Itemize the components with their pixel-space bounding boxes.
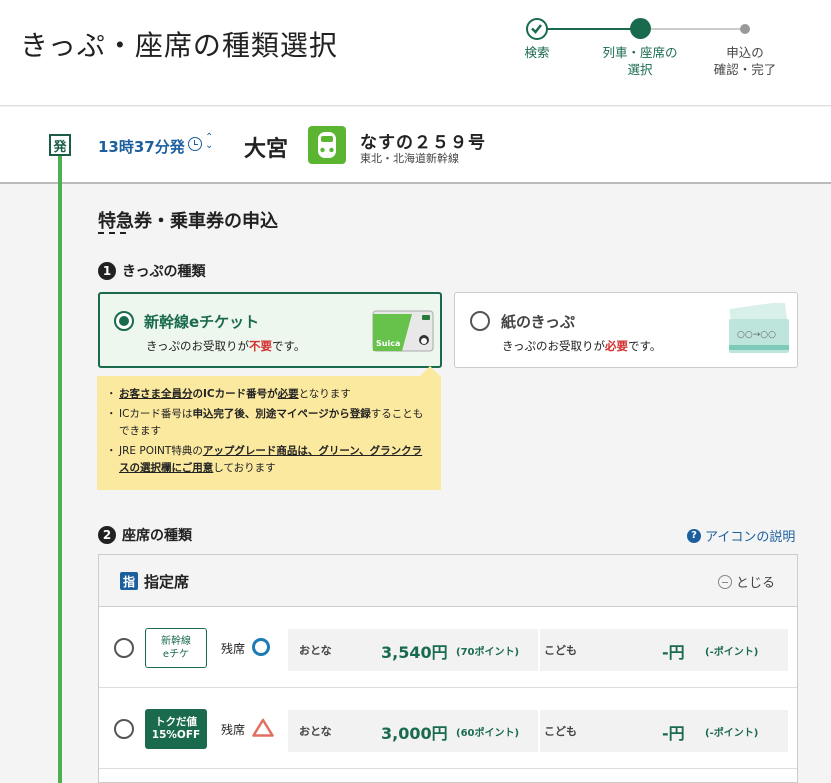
note-item: お客さま全員分のICカード番号が必要となります bbox=[106, 386, 429, 403]
svg-text:○○→○○: ○○→○○ bbox=[737, 330, 776, 340]
ticket-type-heading: 1 きっぷの種類 bbox=[98, 261, 205, 281]
availability-label: 残席 bbox=[221, 642, 246, 656]
station-name: 大宮 bbox=[244, 137, 289, 162]
child-price: -円 bbox=[662, 724, 685, 743]
route-rail bbox=[58, 156, 62, 783]
section-underline bbox=[98, 232, 126, 234]
page-title: きっぷ・座席の種類選択 bbox=[20, 29, 338, 62]
child-label: こども bbox=[544, 725, 577, 738]
adult-label: おとな bbox=[299, 644, 332, 657]
section-title: 特急券・乗車券の申込 bbox=[98, 211, 278, 232]
step-todo-dot bbox=[740, 24, 750, 34]
help-label: アイコンの説明 bbox=[705, 530, 796, 545]
adult-price: 3,000円 bbox=[381, 724, 448, 743]
paper-radio[interactable] bbox=[470, 311, 490, 331]
paper-subtext: きっぷのお受取りが必要です。 bbox=[502, 339, 662, 353]
seat-panel-header: 指 指定席 とじる bbox=[99, 555, 797, 607]
train-line: 東北・北海道新幹線 bbox=[360, 152, 459, 165]
step-label-confirm: 申込の 確認・完了 bbox=[713, 45, 777, 77]
eticket-notes: お客さま全員分のICカード番号が必要となります ICカード番号は申込完了後、別途… bbox=[97, 376, 441, 490]
step-label-select: 列車・座席の 選択 bbox=[602, 45, 678, 77]
icon-help-link[interactable]: ? アイコンの説明 bbox=[687, 526, 795, 545]
paper-ticket-image: ○○→○○ bbox=[727, 301, 791, 361]
adult-points: (60ポイント) bbox=[456, 728, 520, 739]
eticket-radio[interactable] bbox=[114, 311, 134, 331]
note-item: ICカード番号は申込完了後、別途マイページから登録することもできます bbox=[106, 406, 429, 440]
step-number-icon: 2 bbox=[98, 526, 116, 544]
price-box: おとな 3,540円 (70ポイント) こども -円 (-ポイント) bbox=[288, 629, 788, 671]
note-item: JRE POINT特典のアップグレード商品は、グリーン、グランクラスの選択欄にご… bbox=[106, 443, 429, 477]
clock-icon[interactable] bbox=[188, 137, 202, 151]
collapse-label: とじる bbox=[736, 576, 776, 591]
seat-type-heading-label: 座席の種類 bbox=[122, 528, 192, 544]
child-price: -円 bbox=[662, 643, 685, 662]
adult-price: 3,540円 bbox=[381, 643, 448, 662]
progress-steps: 検索 列車・座席の 選択 申込の 確認・完了 bbox=[510, 18, 810, 88]
seat-radio[interactable] bbox=[114, 638, 134, 658]
page-header: きっぷ・座席の種類選択 検索 列車・座席の 選択 申込の 確認・完了 bbox=[0, 0, 831, 106]
step-current-dot bbox=[630, 18, 651, 39]
departure-badge: 発 bbox=[49, 134, 71, 156]
minus-circle-icon bbox=[718, 574, 732, 589]
eticket-subtext: きっぷのお受取りが不要です。 bbox=[146, 339, 306, 353]
step-line-done bbox=[537, 28, 640, 30]
adult-points: (70ポイント) bbox=[456, 647, 520, 658]
help-icon: ? bbox=[687, 528, 701, 543]
adult-label: おとな bbox=[299, 725, 332, 738]
few-seats-triangle-icon bbox=[252, 718, 274, 741]
ticket-option-eticket[interactable]: 新幹線eチケット きっぷのお受取りが不要です。 Suica bbox=[98, 292, 442, 368]
step-number-icon: 1 bbox=[98, 262, 116, 280]
svg-text:Suica: Suica bbox=[376, 339, 400, 348]
sort-updown-icon[interactable]: ⌃ ⌄ bbox=[205, 133, 213, 151]
reserved-seat-panel: 指 指定席 とじる 新幹線 eチケ 残席 おとな 3,540円 (70ポイント) … bbox=[98, 554, 798, 783]
ticket-option-paper[interactable]: 紙のきっぷ きっぷのお受取りが必要です。 ○○→○○ bbox=[454, 292, 798, 368]
step-line-todo bbox=[640, 28, 744, 30]
reserved-seat-icon: 指 bbox=[120, 572, 138, 590]
check-icon bbox=[526, 18, 548, 40]
eticket-tag: 新幹線 eチケ bbox=[145, 628, 207, 668]
discount-tag: トクだ値 15%OFF bbox=[145, 709, 207, 749]
ticket-type-heading-label: きっぷの種類 bbox=[122, 264, 206, 280]
available-circle-icon bbox=[252, 638, 270, 656]
seat-type-heading: 2 座席の種類 bbox=[98, 525, 192, 545]
note-pointer bbox=[420, 366, 440, 376]
price-box: おとな 3,000円 (60ポイント) こども -円 (-ポイント) bbox=[288, 710, 788, 752]
train-logo-icon bbox=[308, 126, 346, 164]
seat-row-tokudane[interactable]: トクだ値 15%OFF 残席 おとな 3,000円 (60ポイント) こども -円… bbox=[99, 689, 797, 769]
step-label-search: 検索 bbox=[524, 45, 550, 60]
child-points: (-ポイント) bbox=[705, 728, 759, 739]
departure-time[interactable]: 13時37分発 bbox=[98, 136, 185, 157]
collapse-button[interactable]: とじる bbox=[718, 572, 775, 591]
child-points: (-ポイント) bbox=[705, 647, 759, 658]
price-divider bbox=[538, 710, 540, 752]
availability-label: 残席 bbox=[221, 723, 246, 737]
paper-title: 紙のきっぷ bbox=[501, 313, 575, 331]
seat-row-eticket[interactable]: 新幹線 eチケ 残席 おとな 3,540円 (70ポイント) こども -円 (-ポ… bbox=[99, 608, 797, 688]
reserved-seat-label: 指定席 bbox=[144, 573, 190, 591]
seat-radio[interactable] bbox=[114, 719, 134, 739]
eticket-title: 新幹線eチケット bbox=[144, 313, 260, 331]
suica-card-image: Suica bbox=[372, 310, 434, 358]
child-label: こども bbox=[544, 644, 577, 657]
price-divider bbox=[538, 629, 540, 671]
